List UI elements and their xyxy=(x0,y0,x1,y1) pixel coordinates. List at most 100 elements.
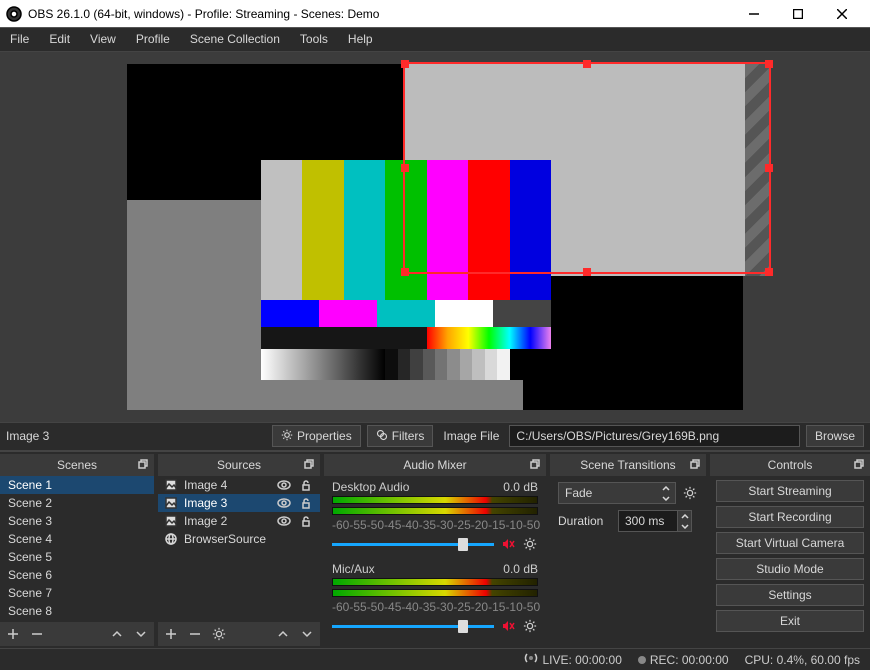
duration-input[interactable]: 300 ms xyxy=(618,510,692,532)
properties-button[interactable]: Properties xyxy=(272,425,361,447)
minimize-button[interactable] xyxy=(732,0,776,28)
menu-edit[interactable]: Edit xyxy=(39,28,80,51)
start-recording-button[interactable]: Start Recording xyxy=(716,506,864,528)
menubar: File Edit View Profile Scene Collection … xyxy=(0,28,870,52)
menu-file[interactable]: File xyxy=(0,28,39,51)
move-scene-down-button[interactable] xyxy=(134,627,148,641)
image-icon xyxy=(164,478,178,492)
mixer-header[interactable]: Audio Mixer xyxy=(324,454,546,476)
scene-item[interactable]: Scene 4 xyxy=(0,530,154,548)
preview-area[interactable] xyxy=(0,52,870,422)
track-settings-button[interactable] xyxy=(522,618,538,634)
start-streaming-button[interactable]: Start Streaming xyxy=(716,480,864,502)
undock-icon[interactable] xyxy=(136,457,150,471)
scenes-list[interactable]: Scene 1 Scene 2 Scene 3 Scene 4 Scene 5 … xyxy=(0,476,154,622)
sources-header[interactable]: Sources xyxy=(158,454,320,476)
undock-icon[interactable] xyxy=(688,457,702,471)
properties-button-label: Properties xyxy=(297,429,352,443)
preview-canvas[interactable] xyxy=(127,64,743,410)
globe-icon xyxy=(164,532,178,546)
remove-source-button[interactable] xyxy=(188,627,202,641)
scene-item[interactable]: Scene 7 xyxy=(0,584,154,602)
mute-button[interactable] xyxy=(500,618,516,634)
lock-toggle[interactable] xyxy=(298,497,314,509)
scene-item[interactable]: Scene 6 xyxy=(0,566,154,584)
status-cpu: CPU: 0.4%, 60.00 fps xyxy=(745,653,860,667)
chevron-up-icon[interactable] xyxy=(678,511,691,521)
add-source-button[interactable] xyxy=(164,627,178,641)
undock-icon[interactable] xyxy=(528,457,542,471)
transitions-body: Fade Duration 300 ms xyxy=(550,476,706,646)
duration-value: 300 ms xyxy=(625,514,664,528)
track-settings-button[interactable] xyxy=(522,536,538,552)
scenes-header[interactable]: Scenes xyxy=(0,454,154,476)
scene-item[interactable]: Scene 8 xyxy=(0,602,154,620)
source-item[interactable]: BrowserSource xyxy=(158,530,320,548)
canvas-source-image4[interactable] xyxy=(261,160,551,380)
mixer-track-name: Desktop Audio xyxy=(332,480,409,494)
settings-button[interactable]: Settings xyxy=(716,584,864,606)
exit-button[interactable]: Exit xyxy=(716,610,864,632)
visibility-toggle[interactable] xyxy=(276,514,292,528)
mixer-track-name: Mic/Aux xyxy=(332,562,375,576)
undock-icon[interactable] xyxy=(852,457,866,471)
image-file-input[interactable] xyxy=(509,425,800,447)
scene-item[interactable]: Scene 2 xyxy=(0,494,154,512)
visibility-toggle[interactable] xyxy=(276,478,292,492)
transition-select[interactable]: Fade xyxy=(558,482,676,504)
titlebar: OBS 26.1.0 (64-bit, windows) - Profile: … xyxy=(0,0,870,28)
mixer-track-level: 0.0 dB xyxy=(503,480,538,494)
image-icon xyxy=(164,496,178,510)
menu-view[interactable]: View xyxy=(80,28,126,51)
mute-button[interactable] xyxy=(500,536,516,552)
source-item[interactable]: Image 4 xyxy=(158,476,320,494)
start-virtual-camera-button[interactable]: Start Virtual Camera xyxy=(716,532,864,554)
transitions-title: Scene Transitions xyxy=(580,458,675,472)
source-item[interactable]: Image 3 xyxy=(158,494,320,512)
maximize-button[interactable] xyxy=(776,0,820,28)
source-item[interactable]: Image 2 xyxy=(158,512,320,530)
docks-container: Scenes Scene 1 Scene 2 Scene 3 Scene 4 S… xyxy=(0,451,870,648)
scene-item[interactable]: Scene 3 xyxy=(0,512,154,530)
menu-profile[interactable]: Profile xyxy=(126,28,180,51)
controls-header[interactable]: Controls xyxy=(710,454,870,476)
controls-title: Controls xyxy=(768,458,813,472)
status-cpu-label: CPU: 0.4%, 60.00 fps xyxy=(745,653,860,667)
sources-dock: Sources Image 4 Image 3 Image 2 xyxy=(158,454,320,646)
add-scene-button[interactable] xyxy=(6,627,20,641)
filters-icon xyxy=(376,429,388,444)
visibility-toggle[interactable] xyxy=(276,496,292,510)
transitions-header[interactable]: Scene Transitions xyxy=(550,454,706,476)
image-file-label: Image File xyxy=(439,429,503,443)
browse-button[interactable]: Browse xyxy=(806,425,864,447)
studio-mode-button[interactable]: Studio Mode xyxy=(716,558,864,580)
sources-list[interactable]: Image 4 Image 3 Image 2 BrowserSource xyxy=(158,476,320,622)
scene-item[interactable]: Scene 1 xyxy=(0,476,154,494)
mixer-track-level: 0.0 dB xyxy=(503,562,538,576)
vu-meter xyxy=(332,496,538,504)
close-button[interactable] xyxy=(820,0,864,28)
record-dot-icon xyxy=(638,656,646,664)
volume-slider[interactable] xyxy=(332,625,494,628)
lock-toggle[interactable] xyxy=(298,479,314,491)
filters-button[interactable]: Filters xyxy=(367,425,434,447)
menu-scene-collection[interactable]: Scene Collection xyxy=(180,28,290,51)
transition-settings-button[interactable] xyxy=(682,485,698,501)
scenes-title: Scenes xyxy=(57,458,97,472)
broadcast-icon xyxy=(524,651,538,668)
source-properties-button[interactable] xyxy=(212,627,226,641)
menu-tools[interactable]: Tools xyxy=(290,28,338,51)
remove-scene-button[interactable] xyxy=(30,627,44,641)
volume-slider[interactable] xyxy=(332,543,494,546)
move-source-up-button[interactable] xyxy=(276,627,290,641)
chevron-down-icon[interactable] xyxy=(678,521,691,531)
vu-ticks: -60-55-50-45-40-35-30-25-20-15-10-50 xyxy=(332,600,538,614)
undock-icon[interactable] xyxy=(302,457,316,471)
status-live-label: LIVE: 00:00:00 xyxy=(542,653,621,667)
move-source-down-button[interactable] xyxy=(300,627,314,641)
canvas-overflow-stripes xyxy=(745,64,771,276)
lock-toggle[interactable] xyxy=(298,515,314,527)
menu-help[interactable]: Help xyxy=(338,28,383,51)
scene-item[interactable]: Scene 5 xyxy=(0,548,154,566)
move-scene-up-button[interactable] xyxy=(110,627,124,641)
